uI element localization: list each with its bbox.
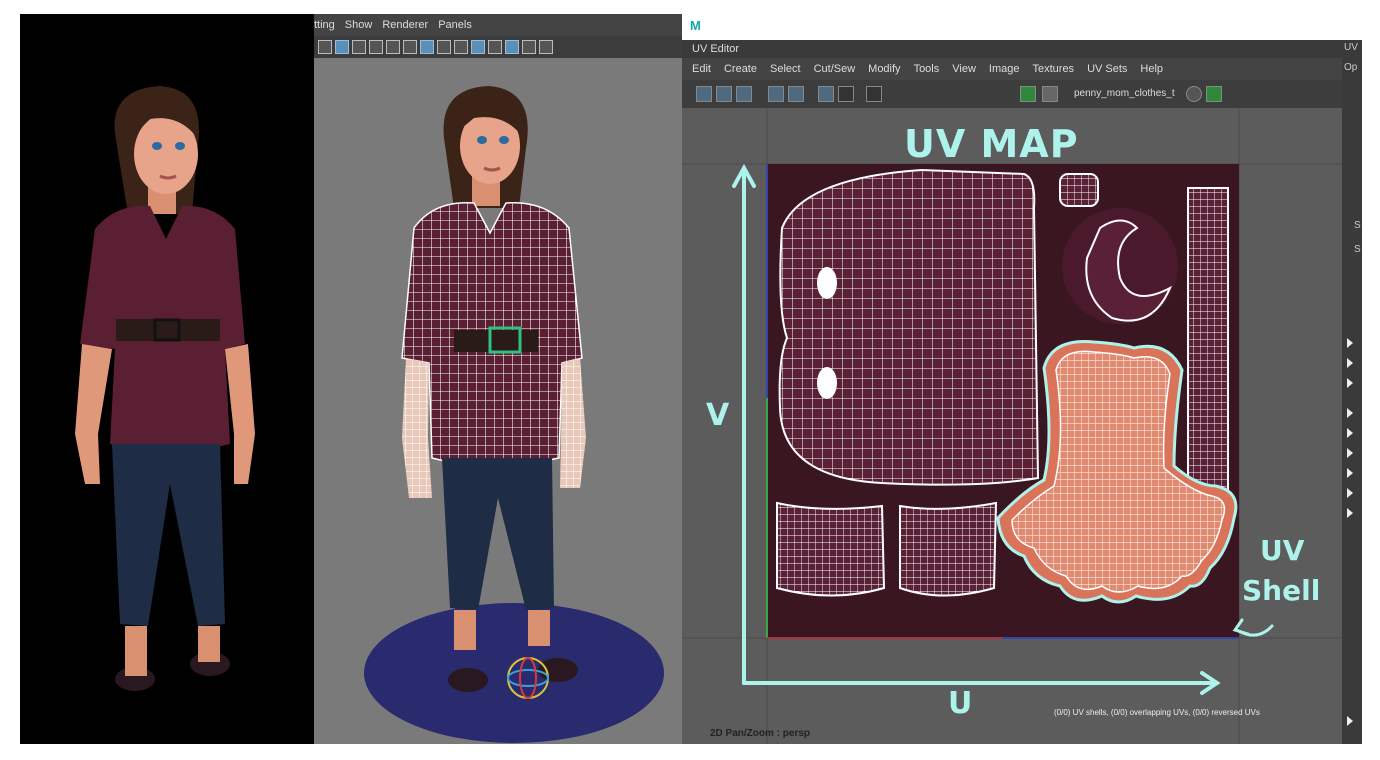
menu-textures[interactable]: Textures [1032,63,1074,75]
viewport-toolbar [314,36,682,58]
uv-toolkit-label: UV [1344,42,1358,53]
expand-arrow-icon[interactable] [1347,448,1353,458]
menu-renderer[interactable]: Renderer [382,19,428,31]
uv-map-title: UV MAP [904,122,1079,166]
expand-arrow-icon[interactable] [1347,508,1353,518]
uv-shell-icon[interactable] [736,86,752,102]
menu-tools[interactable]: Tools [914,63,940,75]
smooth-shade-icon[interactable] [420,40,434,54]
camera-icon[interactable] [352,40,366,54]
v-axis-label: V [706,398,730,433]
uv-shell-shirt [779,170,1038,485]
render-view [20,14,314,744]
menu-image[interactable]: Image [989,63,1020,75]
uv-border-icon[interactable] [788,86,804,102]
uv-canvas[interactable] [682,108,1342,744]
uv-grid-icon[interactable] [696,86,712,102]
wireframe-icon[interactable] [403,40,417,54]
grid-icon[interactable] [335,40,349,54]
texture-refresh-icon[interactable] [1206,86,1222,102]
texture-toggle-icon[interactable] [1020,86,1036,102]
options-label: Op [1344,62,1358,73]
menu-view[interactable]: View [952,63,976,75]
uv-window-titlebar: M [682,14,1362,40]
ambient-occlusion-icon[interactable] [522,40,536,54]
wireframe-character [364,86,664,743]
texture-cycle-icon[interactable] [1186,86,1202,102]
menu-select[interactable]: Select [770,63,801,75]
footer-mode-text: 2D Pan/Zoom : persp [710,728,811,739]
pencil-icon[interactable] [318,40,332,54]
shadows-icon[interactable] [505,40,519,54]
menu-edit[interactable]: Edit [692,63,711,75]
menu-modify[interactable]: Modify [868,63,900,75]
side-label-a: S [1354,220,1361,231]
uv-shell-sleeve-left [777,503,884,596]
uv-shell-label-line2: Shell [1242,574,1321,607]
uv-editor-panel-title: UV Editor [682,40,1362,58]
menu-create[interactable]: Create [724,63,757,75]
u-axis-label: U [948,686,973,721]
expand-arrow-icon[interactable] [1347,428,1353,438]
uv-shell-sleeve-right [900,503,996,596]
expand-arrow-icon[interactable] [1347,488,1353,498]
expand-arrow-icon[interactable] [1347,378,1353,388]
uv-image-icon[interactable] [818,86,834,102]
texture-selector[interactable]: penny_mom_clothes_t [1074,88,1175,99]
uv-editor-window[interactable]: M UV Editor Edit Create Select Cut/Sew M… [682,14,1362,744]
menu-panels[interactable]: Panels [438,19,472,31]
maya-app-icon: M [690,18,701,33]
film-gate-icon[interactable] [369,40,383,54]
expand-arrow-icon[interactable] [1347,468,1353,478]
menu-help[interactable]: Help [1140,63,1163,75]
expand-arrow-icon[interactable] [1347,338,1353,348]
menu-lighting[interactable]: tting [314,19,335,31]
menu-cut-sew[interactable]: Cut/Sew [814,63,856,75]
lights-icon[interactable] [454,40,468,54]
resolution-gate-icon[interactable] [386,40,400,54]
expand-arrow-icon[interactable] [1347,408,1353,418]
uv-snapshot-icon[interactable] [866,86,882,102]
uv-shell-label-line1: UV [1260,534,1305,567]
side-label-b: S [1354,244,1361,255]
rendered-character [75,86,255,691]
xray-icon[interactable] [471,40,485,54]
texture-swatch-icon[interactable] [1042,86,1058,102]
viewport-menubar: tting Show Renderer Panels [314,14,682,36]
viewport-panel[interactable]: tting Show Renderer Panels [314,14,682,744]
expand-arrow-icon[interactable] [1347,716,1353,726]
menu-show[interactable]: Show [345,19,373,31]
isolate-icon[interactable] [488,40,502,54]
antialias-icon[interactable] [539,40,553,54]
textured-icon[interactable] [437,40,451,54]
menu-uv-sets[interactable]: UV Sets [1087,63,1127,75]
uv-editor-menubar: Edit Create Select Cut/Sew Modify Tools … [682,58,1342,80]
uv-dim-icon[interactable] [838,86,854,102]
uv-toolkit-strip: UV Op S S [1342,40,1362,744]
expand-arrow-icon[interactable] [1347,358,1353,368]
uv-checker-icon[interactable] [768,86,784,102]
uv-distortion-icon[interactable] [716,86,732,102]
uv-editor-toolbar: penny_mom_clothes_t [682,80,1342,108]
uv-status-readout: (0/0) UV shells, (0/0) overlapping UVs, … [1054,708,1260,717]
